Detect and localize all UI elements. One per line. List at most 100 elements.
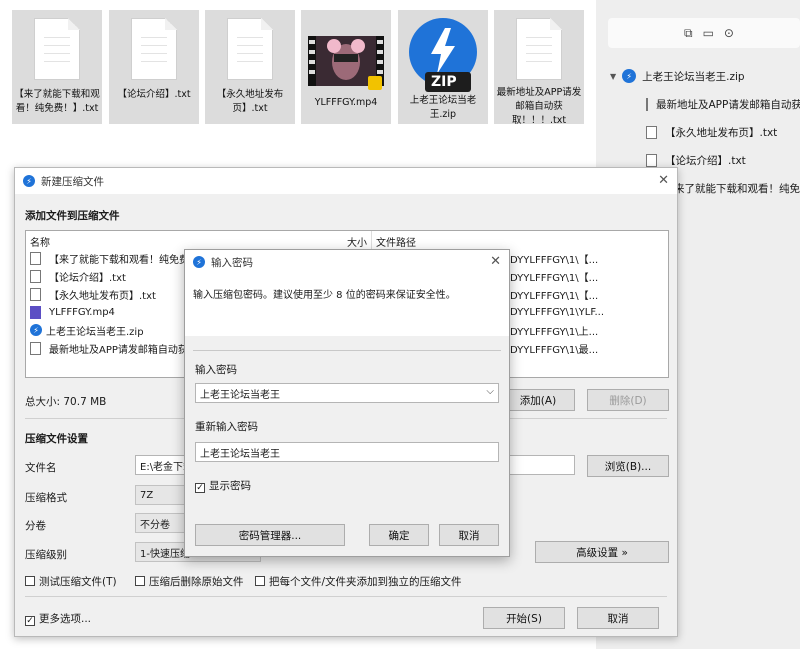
show-password-checkbox[interactable]: ✓ 显示密码 bbox=[195, 478, 251, 493]
row-name: 最新地址及APP请发邮箱自动获 bbox=[49, 344, 188, 356]
checkbox-icon bbox=[255, 576, 265, 586]
desktop-file[interactable]: 【永久地址发布页】.txt bbox=[205, 10, 295, 124]
separate-archives-label: 把每个文件/文件夹添加到独立的压缩文件 bbox=[269, 576, 462, 588]
checkbox-icon bbox=[25, 576, 35, 586]
tree-root-label: 上老王论坛当老王.zip bbox=[642, 70, 745, 83]
close-icon[interactable]: ✕ bbox=[490, 254, 501, 269]
row-path: DYYLFFFGY\1\最... bbox=[510, 344, 599, 356]
delete-after-checkbox[interactable]: 压缩后删除原始文件 bbox=[135, 574, 244, 589]
folder-icon[interactable]: ▭ bbox=[703, 26, 714, 40]
more-options-label: 更多选项... bbox=[39, 613, 92, 625]
file-name: 【来了就能下载和观看！纯免费！】.txt bbox=[14, 89, 100, 114]
browse-button[interactable]: 浏览(B)... bbox=[587, 455, 669, 477]
row-path: DYYLFFFGY\1\【... bbox=[510, 290, 599, 302]
text-file-icon bbox=[646, 97, 648, 111]
cancel-button[interactable]: 取消 bbox=[439, 524, 499, 546]
tree-item-label: 来了就能下载和观看！纯免费 bbox=[674, 182, 800, 195]
close-icon[interactable]: ✕ bbox=[658, 173, 669, 188]
level-label: 压缩级别 bbox=[25, 549, 67, 561]
text-file-icon bbox=[128, 16, 180, 82]
delete-after-label: 压缩后删除原始文件 bbox=[149, 576, 244, 588]
checkbox-icon bbox=[135, 576, 145, 586]
add-files-heading: 添加文件到压缩文件 bbox=[25, 210, 120, 222]
password-manager-button[interactable]: 密码管理器... bbox=[195, 524, 345, 546]
desktop-file[interactable]: 【来了就能下载和观看！纯免费！】.txt bbox=[12, 10, 102, 124]
tree-item[interactable]: 最新地址及APP请发邮箱自动获 bbox=[610, 90, 800, 118]
ok-button[interactable]: 确定 bbox=[369, 524, 429, 546]
confirm-password-label: 重新输入密码 bbox=[195, 421, 258, 433]
text-file-icon bbox=[30, 251, 41, 265]
separate-archives-checkbox[interactable]: 把每个文件/文件夹添加到独立的压缩文件 bbox=[255, 574, 462, 589]
start-button[interactable]: 开始(S) bbox=[483, 607, 565, 629]
zip-badge: ZIP bbox=[431, 74, 457, 90]
cancel-button[interactable]: 取消 bbox=[577, 607, 659, 629]
password-hint: 输入压缩包密码。建议使用至少 8 位的密码来保证安全性。 bbox=[193, 290, 456, 301]
column-name[interactable]: 名称 bbox=[26, 231, 276, 249]
divider bbox=[193, 350, 501, 351]
dialog-titlebar: ⚡ 新建压缩文件 bbox=[15, 168, 677, 194]
more-icon[interactable]: ⊙ bbox=[724, 26, 734, 40]
password-dialog: ⚡ 输入密码 ✕ 输入压缩包密码。建议使用至少 8 位的密码来保证安全性。 输入… bbox=[184, 249, 510, 557]
confirm-password-input[interactable]: 上老王论坛当老王 bbox=[195, 442, 499, 462]
expand-arrow-icon[interactable]: ▼ bbox=[610, 72, 616, 81]
row-name: 【来了就能下载和观看！纯免费 bbox=[49, 254, 189, 266]
text-file-icon bbox=[224, 16, 276, 82]
password-input[interactable]: 上老王论坛当老王 ⌵ bbox=[195, 383, 499, 403]
text-file-icon bbox=[30, 269, 41, 283]
video-file-icon bbox=[30, 305, 41, 319]
row-path: DYYLFFFGY\1\【... bbox=[510, 254, 599, 266]
app-icon: ⚡ bbox=[23, 175, 35, 187]
copy-icon[interactable]: ⧉ bbox=[684, 26, 693, 41]
checkbox-checked-icon: ✓ bbox=[195, 483, 205, 493]
row-path: DYYLFFFGY\1\【... bbox=[510, 272, 599, 284]
settings-heading: 压缩文件设置 bbox=[25, 433, 88, 445]
dialog-title: 输入密码 bbox=[211, 256, 253, 269]
chevron-down-icon[interactable]: ⌵ bbox=[486, 386, 494, 397]
tree-item-label: 最新地址及APP请发邮箱自动获 bbox=[656, 98, 800, 111]
desktop-file[interactable]: 最新地址及APP请发邮箱自动获取！！！.txt bbox=[494, 10, 584, 126]
row-name: YLFFFGY.mp4 bbox=[49, 306, 115, 318]
video-thumbnail-icon bbox=[308, 36, 384, 96]
row-name: 【论坛介绍】.txt bbox=[49, 272, 126, 284]
show-password-label: 显示密码 bbox=[209, 480, 251, 492]
tree-item[interactable]: 【永久地址发布页】.txt bbox=[610, 118, 800, 146]
column-size[interactable]: 大小 bbox=[276, 231, 372, 249]
filename-label: 文件名 bbox=[25, 462, 57, 474]
row-path: DYYLFFFGY\1\上... bbox=[510, 326, 599, 338]
column-path[interactable]: 文件路径 bbox=[372, 231, 420, 249]
zip-archive-icon: ZIP bbox=[405, 14, 481, 94]
text-file-icon bbox=[646, 125, 657, 139]
desktop-file[interactable]: ZIP 上老王论坛当老王.zip bbox=[398, 10, 488, 124]
dialog-titlebar: ⚡ 输入密码 bbox=[185, 250, 509, 274]
file-name: 最新地址及APP请发邮箱自动获取！！！.txt bbox=[496, 87, 582, 126]
desktop-file[interactable]: YLFFFGY.mp4 bbox=[301, 10, 391, 124]
total-size: 总大小: 70.7 MB bbox=[25, 396, 107, 408]
file-name: 上老王论坛当老王.zip bbox=[409, 95, 477, 120]
panel-toolbar: ⧉ ▭ ⊙ bbox=[608, 18, 800, 48]
tree-item-label: 【论坛介绍】.txt bbox=[665, 154, 746, 167]
tree-root[interactable]: ▼ ⚡ 上老王论坛当老王.zip bbox=[610, 62, 800, 90]
test-archive-checkbox[interactable]: 测试压缩文件(T) bbox=[25, 574, 117, 589]
row-path: DYYLFFFGY\1\YLF... bbox=[510, 306, 605, 318]
file-list-header: 名称 大小 文件路径 bbox=[26, 231, 668, 249]
more-options-checkbox[interactable]: ✓ 更多选项... bbox=[25, 611, 91, 626]
password-label: 输入密码 bbox=[195, 364, 237, 376]
row-name: 【永久地址发布页】.txt bbox=[49, 290, 156, 302]
add-button[interactable]: 添加(A) bbox=[501, 389, 575, 411]
dialog-title: 新建压缩文件 bbox=[41, 175, 104, 188]
text-file-icon bbox=[30, 287, 41, 301]
file-name: YLFFFGY.mp4 bbox=[314, 97, 378, 108]
text-file-icon bbox=[646, 153, 657, 167]
tree-item-label: 【永久地址发布页】.txt bbox=[665, 126, 778, 139]
advanced-settings-button[interactable]: 高级设置 » bbox=[535, 541, 669, 563]
zip-icon: ⚡ bbox=[30, 324, 42, 336]
delete-button[interactable]: 删除(D) bbox=[587, 389, 669, 411]
volume-label: 分卷 bbox=[25, 520, 46, 532]
desktop-file[interactable]: 【论坛介绍】.txt bbox=[109, 10, 199, 124]
divider bbox=[25, 596, 667, 597]
text-file-icon bbox=[30, 341, 41, 355]
file-name: 【论坛介绍】.txt bbox=[117, 89, 191, 100]
text-file-icon bbox=[31, 16, 83, 82]
test-archive-label: 测试压缩文件(T) bbox=[39, 576, 117, 588]
format-label: 压缩格式 bbox=[25, 492, 67, 504]
